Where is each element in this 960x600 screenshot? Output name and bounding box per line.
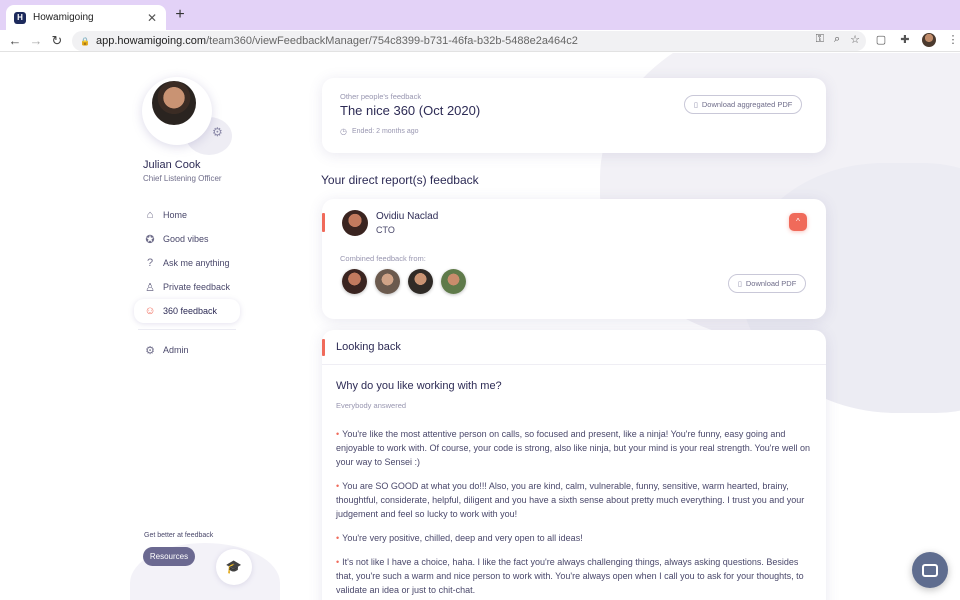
bookmark-star-icon[interactable]: ☆ — [850, 33, 860, 46]
sidebar-divider — [138, 329, 236, 330]
feedback-giver-avatar[interactable] — [342, 269, 367, 294]
answer-list: • You're like the most attentive person o… — [336, 427, 814, 600]
download-aggregated-pdf-button[interactable]: ▯ Download aggregated PDF — [684, 95, 803, 114]
download-aggregated-pdf-label: Download aggregated PDF — [701, 100, 793, 109]
reload-icon[interactable]: ↻ — [48, 32, 66, 50]
new-tab-button[interactable]: + — [172, 6, 188, 24]
header-kicker: Other people's feedback — [340, 92, 422, 101]
feedback-giver-avatar[interactable] — [375, 269, 400, 294]
document-icon: ▯ — [738, 280, 742, 288]
download-pdf-label: Download PDF — [745, 279, 797, 288]
chat-widget-button[interactable] — [912, 552, 948, 588]
direct-report-card: Ovidiu Naclad CTO ^ Combined feedback fr… — [322, 199, 826, 319]
looking-back-card: Looking back Why do you like working wit… — [322, 330, 826, 600]
feedback-giver-avatar[interactable] — [441, 269, 466, 294]
sidebar-item-360-feedback[interactable]: ☺ 360 feedback — [134, 299, 240, 323]
direct-report-avatar — [342, 210, 368, 236]
app-page: ⚙ Julian Cook Chief Listening Officer ⌂ … — [0, 53, 960, 600]
direct-report-name: Ovidiu Naclad — [376, 211, 439, 222]
get-better-text: Get better at feedback — [144, 532, 214, 539]
sidebar-item-label: Good vibes — [163, 234, 209, 244]
user-name: Julian Cook — [143, 159, 201, 171]
bullet-icon: • — [336, 533, 340, 543]
lock-icon: 🔒 — [80, 36, 90, 46]
browser-profile-avatar[interactable] — [922, 33, 936, 47]
sidebar-item-ask-me-anything[interactable]: ? Ask me anything — [134, 251, 240, 275]
combined-feedback-label: Combined feedback from: — [340, 254, 426, 263]
sidebar-item-private-feedback[interactable]: ♙ Private feedback — [134, 275, 240, 299]
looking-back-header: Looking back — [322, 330, 826, 365]
user-avatar[interactable] — [152, 81, 196, 125]
ended-text: Ended: 2 months ago — [351, 128, 419, 135]
address-bar: ← → ↻ 🔒 app.howamigoing.com/team360/view… — [0, 30, 960, 52]
sidebar-item-admin[interactable]: ⚙ Admin — [134, 338, 240, 362]
direct-report-role: CTO — [376, 225, 395, 235]
browser-tab[interactable]: H Howamigoing ✕ — [6, 5, 166, 30]
badge-icon: ✪ — [145, 233, 155, 246]
url-field[interactable]: 🔒 app.howamigoing.com/team360/viewFeedba… — [72, 31, 866, 51]
question-icon: ? — [146, 257, 154, 269]
sidebar-item-label: Home — [163, 210, 188, 220]
question-title: Why do you like working with me? — [336, 380, 502, 392]
answer-item: • It's not like I have a choice, haha. I … — [336, 557, 804, 595]
bullet-icon: • — [336, 481, 340, 491]
more-menu-icon[interactable]: ⋮ — [946, 33, 960, 47]
tab-title: Howamigoing — [33, 12, 94, 23]
forward-arrow-icon[interactable]: → — [27, 32, 45, 50]
user-icon: ♙ — [145, 281, 155, 294]
howamigoing-favicon-icon: H — [14, 11, 26, 24]
answered-status: Everybody answered — [336, 401, 407, 410]
ended-status: ◷ Ended: 2 months ago — [340, 127, 419, 136]
sidebar-item-label: Private feedback — [163, 282, 231, 292]
looking-back-title: Looking back — [336, 341, 401, 353]
browser-tab-bar: H Howamigoing ✕ + — [0, 0, 960, 30]
user-role: Chief Listening Officer — [143, 174, 222, 183]
clock-icon: ◷ — [340, 127, 347, 136]
resources-button[interactable]: Resources — [143, 547, 195, 566]
page-title: The nice 360 (Oct 2020) — [340, 103, 481, 118]
collapse-chevron-up-button[interactable]: ^ — [789, 213, 807, 231]
key-icon[interactable]: ⚿ — [816, 33, 824, 46]
sidebar-item-home[interactable]: ⌂ Home — [134, 203, 240, 227]
feedback-givers — [342, 269, 466, 294]
document-icon: ▯ — [694, 101, 698, 109]
puzzle-icon[interactable]: ✚ — [898, 33, 912, 47]
sidebar-item-label: 360 feedback — [163, 306, 218, 316]
sidebar-item-label: Ask me anything — [163, 258, 230, 268]
answer-item: • You are SO GOOD at what you do!!! Also,… — [336, 481, 805, 519]
bullet-icon: • — [336, 429, 340, 439]
tab-close-icon[interactable]: ✕ — [146, 11, 158, 25]
sidebar-menu: ⌂ Home ✪ Good vibes ? Ask me anything ♙ … — [134, 203, 240, 362]
download-pdf-button[interactable]: ▯ Download PDF — [728, 274, 807, 293]
graduation-cap-icon: 🎓 — [216, 549, 252, 585]
direct-reports-section-title: Your direct report(s) feedback — [321, 173, 479, 187]
team-icon: ☺ — [144, 305, 156, 317]
accent-bar — [322, 213, 325, 232]
feedback-header-card: Other people's feedback The nice 360 (Oc… — [322, 78, 826, 153]
gear-icon: ⚙ — [145, 344, 155, 357]
sidebar-item-label: Admin — [163, 345, 189, 355]
profile-settings-gear-icon[interactable]: ⚙ — [212, 125, 223, 139]
answer-item: • You're like the most attentive person o… — [336, 429, 810, 467]
chat-bubble-icon — [922, 563, 938, 577]
home-icon: ⌂ — [146, 209, 154, 221]
zoom-icon[interactable]: ⌕ — [834, 33, 840, 46]
accent-bar — [322, 339, 325, 356]
back-arrow-icon[interactable]: ← — [6, 32, 24, 50]
answer-item: • You're very positive, chilled, deep and… — [336, 533, 583, 543]
extension-box-icon[interactable]: ▢ — [874, 33, 888, 47]
feedback-giver-avatar[interactable] — [408, 269, 433, 294]
bullet-icon: • — [336, 557, 340, 567]
url-text: app.howamigoing.com/team360/viewFeedback… — [96, 35, 578, 47]
sidebar-item-good-vibes[interactable]: ✪ Good vibes — [134, 227, 240, 251]
